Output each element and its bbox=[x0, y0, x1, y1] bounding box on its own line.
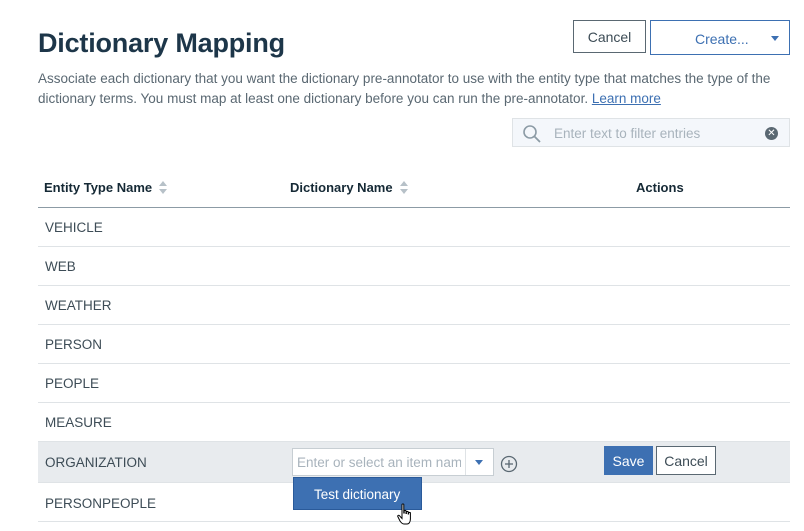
page-title: Dictionary Mapping bbox=[38, 28, 285, 58]
table-row[interactable]: MEASURE bbox=[38, 403, 790, 442]
sort-icon[interactable] bbox=[399, 180, 409, 195]
dictionary-combobox[interactable]: Enter or select an item name bbox=[292, 448, 494, 476]
filter-placeholder: Enter text to filter entries bbox=[554, 126, 701, 141]
table-row[interactable]: VEHICLE bbox=[38, 208, 790, 247]
row-cancel-button[interactable]: Cancel bbox=[656, 446, 716, 475]
page-description: Associate each dictionary that you want … bbox=[38, 69, 783, 109]
create-button-label: Create... bbox=[695, 31, 749, 47]
clear-icon[interactable]: ✕ bbox=[765, 127, 778, 140]
entity-type-cell: PEOPLE bbox=[45, 376, 100, 391]
table-row[interactable]: WEB bbox=[38, 247, 790, 286]
combobox-placeholder: Enter or select an item name bbox=[297, 455, 461, 470]
save-button[interactable]: Save bbox=[604, 446, 653, 475]
table-row[interactable]: WEATHER bbox=[38, 286, 790, 325]
column-actions: Actions bbox=[636, 180, 684, 195]
search-icon bbox=[523, 125, 541, 143]
entity-type-cell: PERSONPEOPLE bbox=[45, 496, 157, 511]
filter-input[interactable]: Enter text to filter entries ✕ bbox=[512, 118, 790, 147]
dictionary-option-label: Test dictionary bbox=[314, 487, 401, 502]
sort-icon[interactable] bbox=[159, 180, 168, 195]
hand-pointer-icon bbox=[397, 503, 411, 525]
table-row[interactable]: PEOPLE bbox=[38, 364, 790, 403]
cancel-button[interactable]: Cancel bbox=[573, 20, 646, 53]
entity-type-cell: PERSON bbox=[45, 337, 103, 352]
add-circle-icon[interactable] bbox=[500, 455, 518, 473]
entity-type-cell: MEASURE bbox=[45, 415, 112, 430]
create-button[interactable]: Create... bbox=[650, 20, 790, 55]
column-dictionary-name[interactable]: Dictionary Name bbox=[290, 180, 409, 195]
column-entity-type-name[interactable]: Entity Type Name bbox=[44, 180, 168, 195]
entity-type-cell: ORGANIZATION bbox=[45, 455, 147, 470]
learn-more-link[interactable]: Learn more bbox=[592, 91, 661, 106]
entity-type-cell: WEB bbox=[45, 259, 76, 274]
combobox-divider bbox=[465, 449, 466, 475]
entity-type-cell: WEATHER bbox=[45, 298, 112, 313]
table-row[interactable]: PERSON bbox=[38, 325, 790, 364]
chevron-down-icon[interactable] bbox=[475, 460, 483, 465]
entity-type-cell: VEHICLE bbox=[45, 220, 103, 235]
chevron-down-icon[interactable] bbox=[771, 36, 779, 41]
table-header: Entity Type Name Dictionary Name Actions bbox=[38, 168, 790, 208]
